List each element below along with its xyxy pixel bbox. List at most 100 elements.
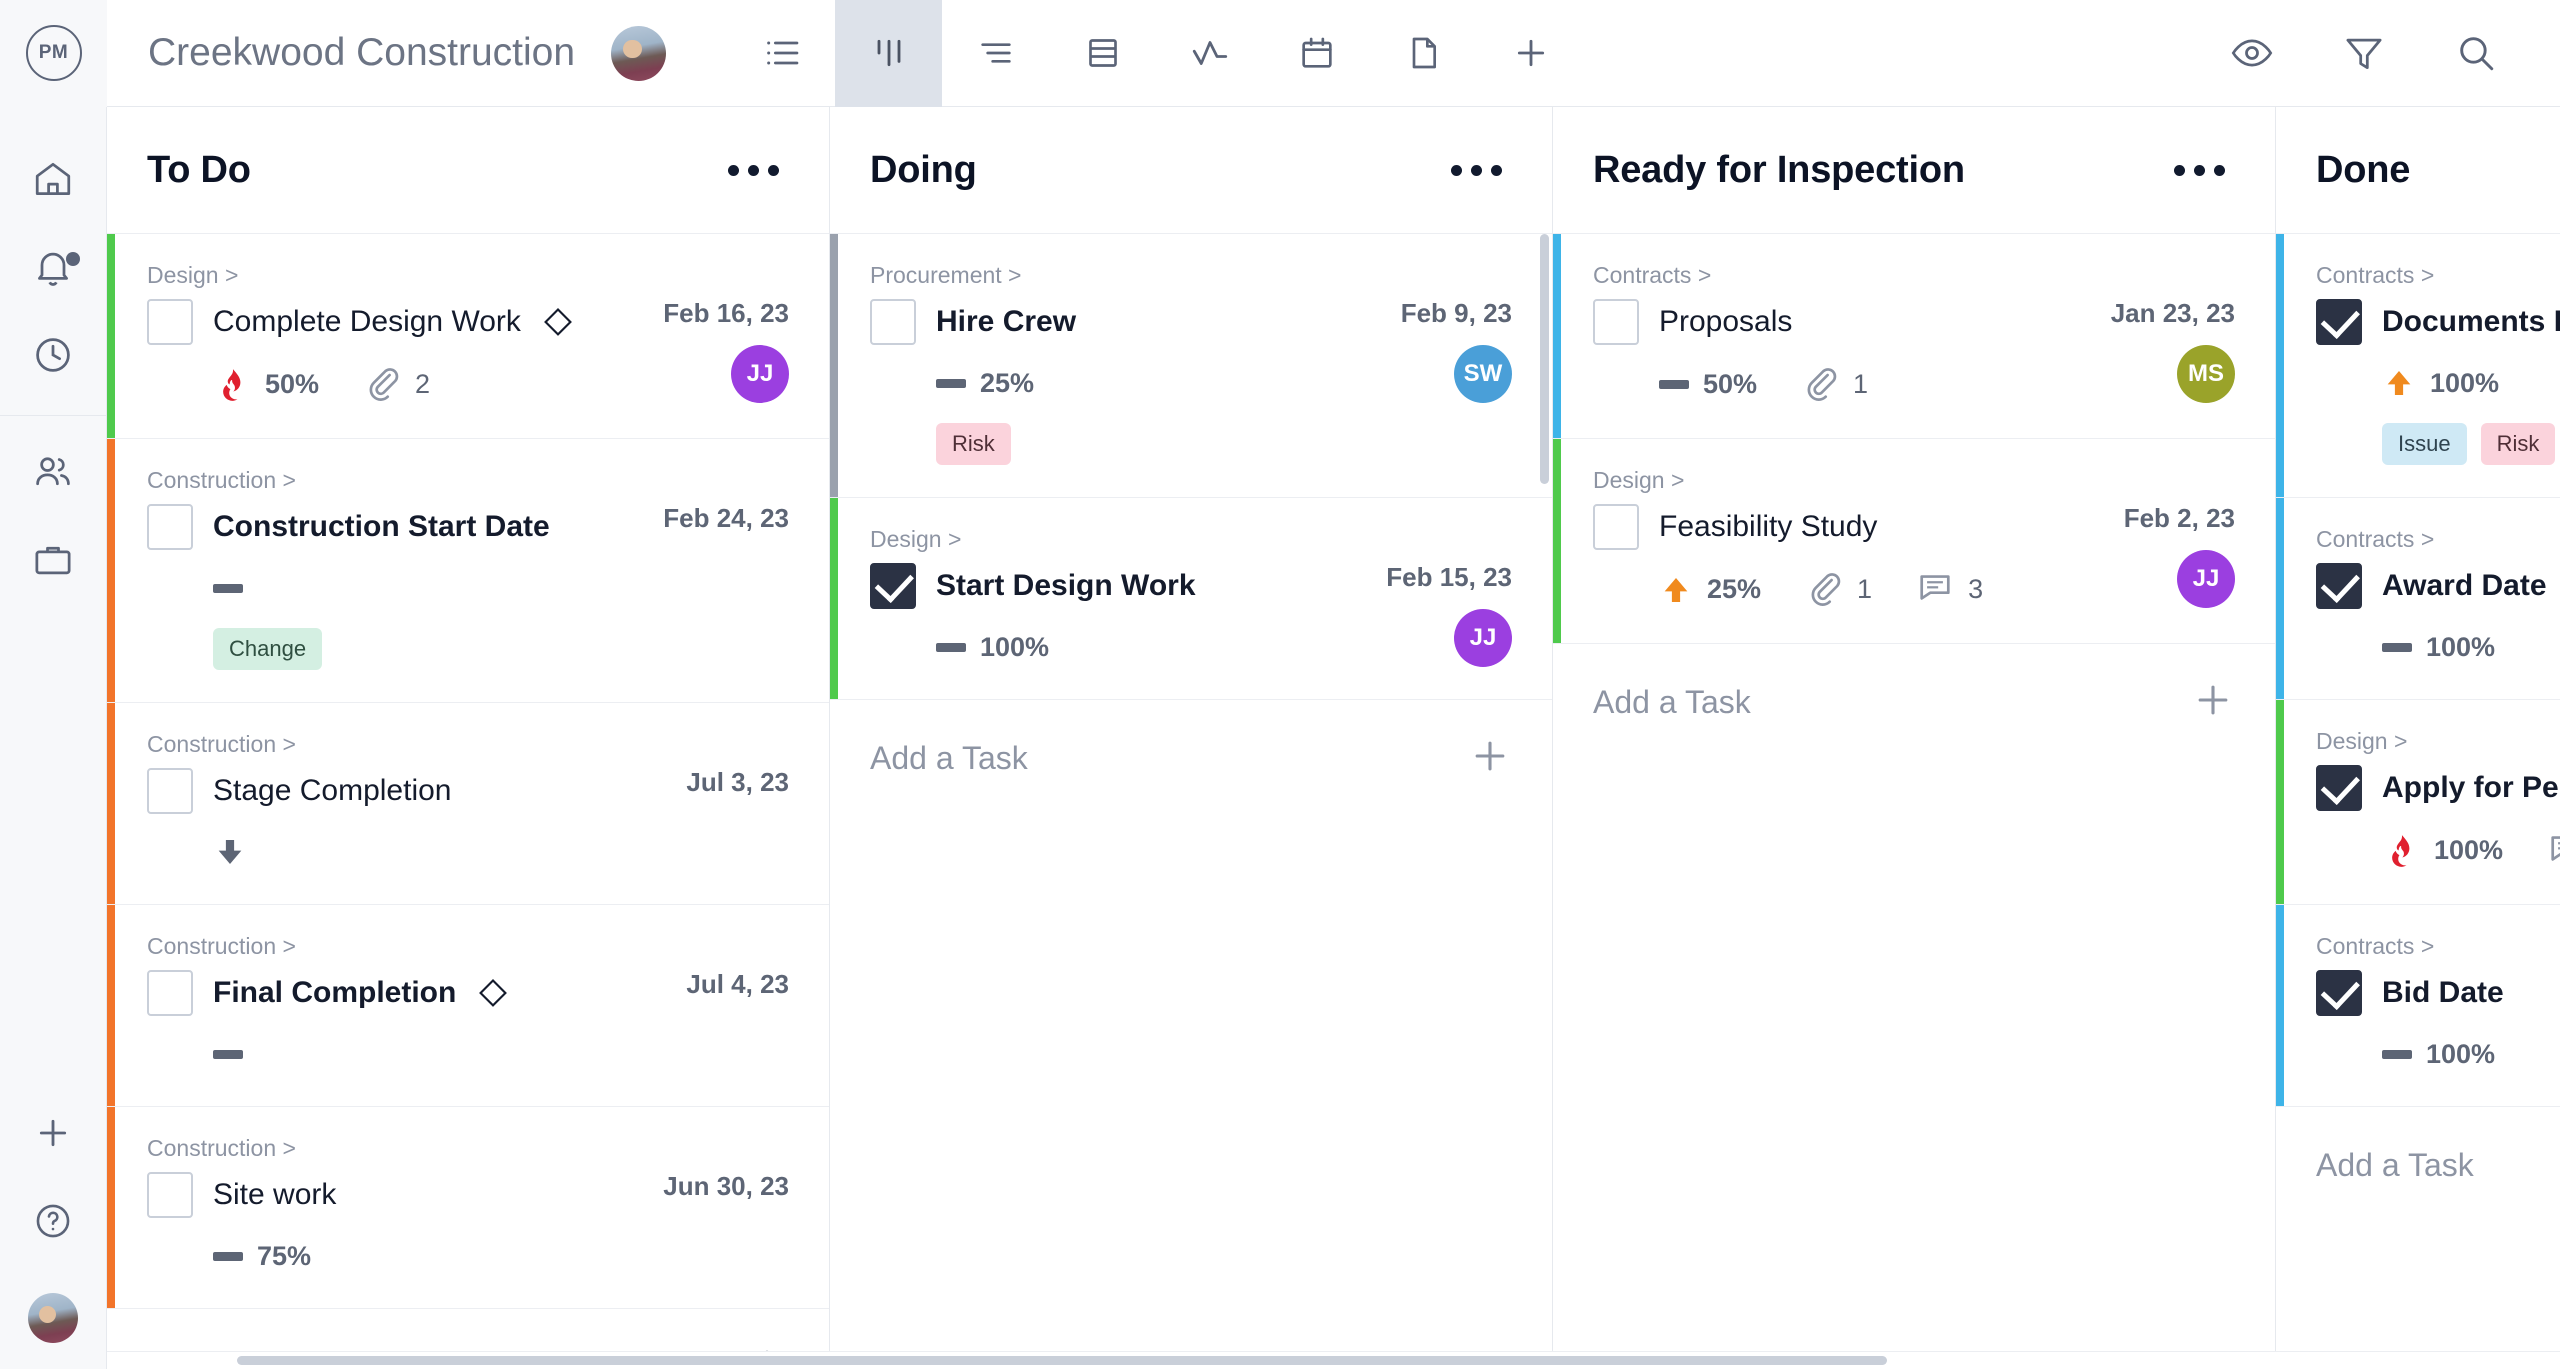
breadcrumb[interactable]: Construction > [147,467,579,494]
task-card[interactable]: Design > Complete Design Work 50% 2 Feb 16, … [107,234,829,439]
column-body: Contracts > Documents Received 100% Issue Ri… [2276,234,2560,1351]
task-checkbox[interactable] [1593,504,1639,550]
sidebar-item-timesheet[interactable] [0,313,107,401]
plus-icon[interactable] [745,1343,789,1351]
attachment-icon-wrap[interactable] [1805,568,1843,611]
avatar[interactable] [611,25,667,81]
avatar[interactable]: JJ [1454,609,1512,667]
breadcrumb[interactable]: Design > [2316,728,2560,755]
column-scrollbar-thumb[interactable] [1540,234,1549,484]
task-card[interactable]: Procurement > Hire Crew 25% Risk Feb 9, 23 SW [830,234,1552,498]
add-task-button[interactable]: Add a Task [107,1309,829,1351]
task-card[interactable]: Construction > Construction Start Date Cha… [107,439,829,703]
sidebar-item-activity[interactable] [0,225,107,313]
breadcrumb[interactable]: Construction > [147,1135,579,1162]
add-task-button[interactable]: Add a Task [1553,644,2275,761]
tab-board[interactable] [835,0,943,107]
card-main: Design > Apply for Permits 100% [2316,728,2560,872]
avatar[interactable] [28,1293,78,1343]
task-checkbox[interactable] [870,563,916,609]
status-badge[interactable]: Risk [2480,423,2556,465]
task-checkbox[interactable] [2316,765,2362,811]
breadcrumb[interactable]: Construction > [147,731,579,758]
task-card[interactable]: Construction > Final Completion Jul 4, 23 [107,905,829,1107]
task-card[interactable]: Design > Feasibility Study 25% 1 3 Feb 2, 23 J… [1553,439,2275,644]
milestone-icon-wrap [541,305,575,339]
add-task-button[interactable]: Add a Task [2276,1107,2560,1224]
task-card[interactable]: Construction > Stage Completion Jul 3, 23 [107,703,829,905]
attachment-icon-wrap[interactable] [1801,363,1839,406]
task-checkbox[interactable] [147,768,193,814]
avatar[interactable]: JJ [2177,550,2235,608]
card-main: Procurement > Hire Crew 25% Risk [870,262,1302,465]
tab-doc[interactable] [1370,0,1477,107]
breadcrumb[interactable]: Contracts > [2316,933,2560,960]
breadcrumb[interactable]: Contracts > [2316,526,2560,553]
card-side: Jun 30, 23 [579,1135,789,1276]
sidebar-item-home[interactable] [0,137,107,225]
tab-chart[interactable] [1156,0,1263,107]
add-task-button[interactable]: Add a Task [830,700,1552,817]
logo-cell[interactable]: PM [0,0,107,107]
status-badge[interactable]: Issue [2382,423,2467,465]
breadcrumb[interactable]: Procurement > [870,262,1302,289]
breadcrumb[interactable]: Design > [147,262,579,289]
status-badge[interactable]: Change [213,628,323,670]
tab-gantt[interactable] [942,0,1049,107]
filter-icon[interactable] [2342,31,2386,75]
avatar[interactable]: SW [1454,345,1512,403]
task-checkbox[interactable] [147,504,193,550]
task-checkbox[interactable] [2316,563,2362,609]
status-badge[interactable]: Risk [936,423,1011,465]
task-checkbox[interactable] [2316,970,2362,1016]
task-card[interactable]: Design > Start Design Work 100% Feb 15, 23 J… [830,498,1552,700]
sidebar-item-add[interactable] [0,1091,107,1179]
breadcrumb[interactable]: Design > [870,526,1302,553]
plus-icon [765,1350,769,1351]
tab-calendar[interactable] [1263,0,1370,107]
tab-sheet[interactable] [1049,0,1156,107]
header-actions [2230,31,2560,75]
comment-icon-wrap[interactable] [2547,829,2560,872]
breadcrumb[interactable]: Construction > [147,933,579,960]
priority-icon [936,378,966,388]
column-menu-button[interactable] [1441,155,1512,186]
horizontal-scrollbar[interactable] [107,1351,2560,1369]
attachment-icon-wrap[interactable] [363,363,401,406]
task-card[interactable]: Construction > Site work 75% Jun 30, 23 [107,1107,829,1309]
breadcrumb[interactable]: Contracts > [1593,262,2025,289]
task-card[interactable]: Contracts > Documents Received 100% Issue Ri… [2276,234,2560,498]
column-menu-button[interactable] [2164,155,2235,186]
plus-icon[interactable] [1468,734,1512,783]
priority-icon [2382,1049,2412,1059]
task-checkbox[interactable] [2316,299,2362,345]
avatar[interactable]: MS [2177,345,2235,403]
task-checkbox[interactable] [147,299,193,345]
eye-icon[interactable] [2230,31,2274,75]
avatar[interactable]: JJ [731,345,789,403]
task-card[interactable]: Design > Apply for Permits 100% [2276,700,2560,905]
column-menu-button[interactable] [718,155,789,186]
task-checkbox[interactable] [147,970,193,1016]
task-card[interactable]: Contracts > Bid Date 100% [2276,905,2560,1107]
breadcrumb[interactable]: Contracts > [2316,262,2560,289]
task-checkbox[interactable] [870,299,916,345]
task-checkbox[interactable] [1593,299,1639,345]
task-card[interactable]: Contracts > Award Date 100% [2276,498,2560,700]
progress-percent: 100% [980,631,1050,662]
priority-medium-icon [213,1049,243,1059]
sidebar-item-projects[interactable] [0,518,107,606]
tab-list[interactable] [728,0,835,107]
sidebar-item-people[interactable] [0,430,107,518]
breadcrumb[interactable]: Design > [1593,467,2025,494]
comment-icon-wrap[interactable] [1916,568,1954,611]
task-card[interactable]: Contracts > Proposals 50% 1 Jan 23, 23 MS [1553,234,2275,439]
plus-icon[interactable] [2191,678,2235,727]
scrollbar-thumb[interactable] [237,1356,1887,1365]
card-title-row: Final Completion [147,970,579,1016]
sidebar-item-help[interactable] [0,1179,107,1267]
priority-icon [213,366,251,404]
task-checkbox[interactable] [147,1172,193,1218]
tab-add-view[interactable] [1477,0,1584,107]
search-icon[interactable] [2454,31,2498,75]
